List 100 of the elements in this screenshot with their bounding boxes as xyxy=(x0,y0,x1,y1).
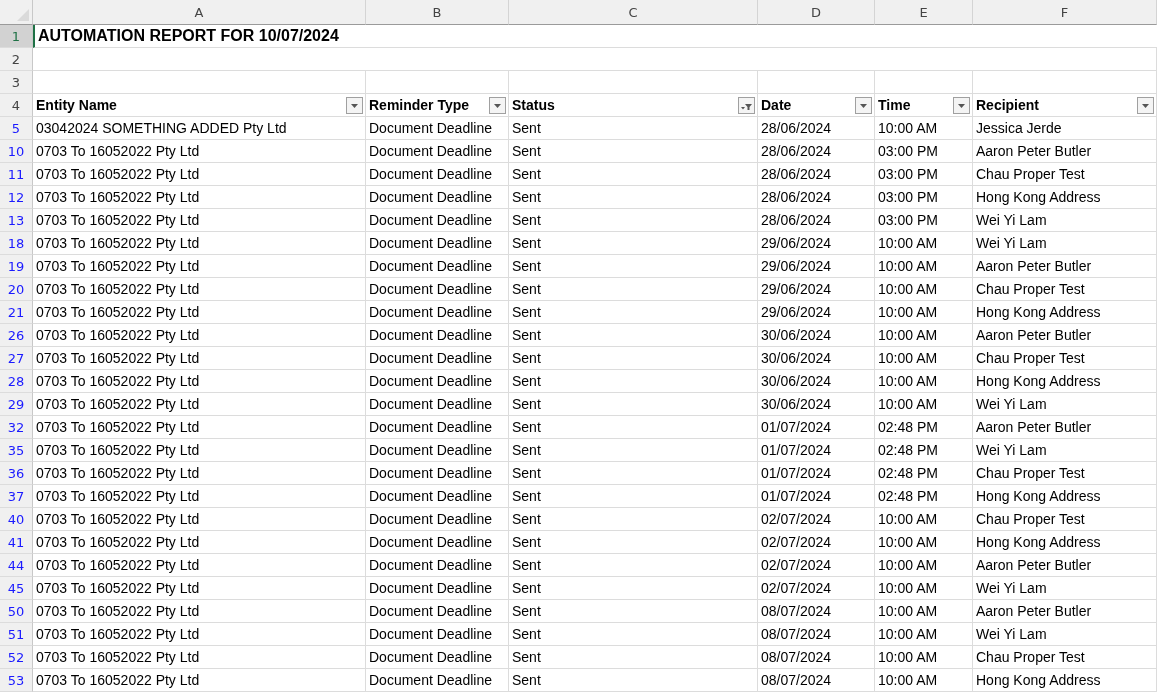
row-number[interactable]: 21 xyxy=(0,301,33,324)
table-cell: 10:00 AM xyxy=(878,350,938,366)
table-cell: Sent xyxy=(512,120,541,136)
table-cell: Document Deadline xyxy=(369,603,492,619)
column-header[interactable]: E xyxy=(875,0,973,25)
empty-cell[interactable] xyxy=(875,71,973,94)
empty-cell[interactable] xyxy=(509,71,758,94)
empty-cell[interactable] xyxy=(973,71,1157,94)
table-cell: 10:00 AM xyxy=(878,557,938,573)
table-cell: 0703 To 16052022 Pty Ltd xyxy=(36,350,200,366)
table-cell: 03:00 PM xyxy=(878,189,938,205)
row-number[interactable]: 40 xyxy=(0,508,33,531)
table-cell: Sent xyxy=(512,534,541,550)
row-number[interactable]: 27 xyxy=(0,347,33,370)
table-cell: 0703 To 16052022 Pty Ltd xyxy=(36,327,200,343)
table-cell: 10:00 AM xyxy=(878,396,938,412)
row-number[interactable]: 37 xyxy=(0,485,33,508)
table-cell: 0703 To 16052022 Pty Ltd xyxy=(36,511,200,527)
empty-cell[interactable] xyxy=(758,71,875,94)
row-number[interactable]: 50 xyxy=(0,600,33,623)
empty-cell[interactable] xyxy=(366,71,509,94)
row-number[interactable]: 13 xyxy=(0,209,33,232)
select-all-button[interactable] xyxy=(0,0,33,25)
row-number[interactable]: 19 xyxy=(0,255,33,278)
row-number[interactable]: 10 xyxy=(0,140,33,163)
table-cell: Aaron Peter Butler xyxy=(976,419,1092,435)
row-number[interactable]: 28 xyxy=(0,370,33,393)
row-number[interactable]: 1 xyxy=(0,25,33,48)
row-number[interactable]: 53 xyxy=(0,669,33,692)
row-number[interactable]: 51 xyxy=(0,623,33,646)
table-cell: 10:00 AM xyxy=(878,580,938,596)
column-header[interactable]: A xyxy=(33,0,366,25)
table-cell: 0703 To 16052022 Pty Ltd xyxy=(36,258,200,274)
table-cell: Sent xyxy=(512,350,541,366)
table-cell: 10:00 AM xyxy=(878,281,938,297)
row-number[interactable]: 41 xyxy=(0,531,33,554)
table-cell: Aaron Peter Butler xyxy=(976,327,1092,343)
table-cell: 30/06/2024 xyxy=(761,396,832,412)
row-number[interactable]: 12 xyxy=(0,186,33,209)
row-number[interactable]: 36 xyxy=(0,462,33,485)
table-cell: 10:00 AM xyxy=(878,511,938,527)
column-header[interactable]: D xyxy=(758,0,875,25)
row-number[interactable]: 32 xyxy=(0,416,33,439)
row-number[interactable]: 45 xyxy=(0,577,33,600)
row-number[interactable]: 3 xyxy=(0,71,33,94)
filter-dropdown-button[interactable] xyxy=(346,96,363,114)
table-cell: Hong Kong Address xyxy=(976,672,1101,688)
row-number[interactable]: 29 xyxy=(0,393,33,416)
row-number[interactable]: 18 xyxy=(0,232,33,255)
table-cell: 28/06/2024 xyxy=(761,189,832,205)
table-cell: Sent xyxy=(512,235,541,251)
column-header[interactable]: F xyxy=(973,0,1157,25)
table-cell: 28/06/2024 xyxy=(761,212,832,228)
table-cell: 0703 To 16052022 Pty Ltd xyxy=(36,419,200,435)
table-cell: 0703 To 16052022 Pty Ltd xyxy=(36,626,200,642)
table-cell: Document Deadline xyxy=(369,649,492,665)
table-cell: Chau Proper Test xyxy=(976,649,1085,665)
column-header[interactable]: B xyxy=(366,0,509,25)
filter-dropdown-button[interactable] xyxy=(738,96,755,114)
column-header[interactable]: C xyxy=(509,0,758,25)
table-cell: 0703 To 16052022 Pty Ltd xyxy=(36,534,200,550)
row-number[interactable]: 26 xyxy=(0,324,33,347)
row-number[interactable]: 20 xyxy=(0,278,33,301)
filter-dropdown-button[interactable] xyxy=(489,96,506,114)
table-cell: Hong Kong Address xyxy=(976,304,1101,320)
row-number[interactable]: 35 xyxy=(0,439,33,462)
table-cell: Sent xyxy=(512,442,541,458)
row-number[interactable]: 5 xyxy=(0,117,33,140)
table-cell: Jessica Jerde xyxy=(976,120,1062,136)
filter-dropdown-button[interactable] xyxy=(855,96,872,114)
column-heading: Time xyxy=(878,97,911,113)
table-cell: 08/07/2024 xyxy=(761,649,832,665)
table-cell: Document Deadline xyxy=(369,626,492,642)
table-cell: 0703 To 16052022 Pty Ltd xyxy=(36,603,200,619)
table-cell: Aaron Peter Butler xyxy=(976,143,1092,159)
table-cell: Document Deadline xyxy=(369,327,492,343)
table-cell: 01/07/2024 xyxy=(761,419,832,435)
table-cell: 10:00 AM xyxy=(878,534,938,550)
column-heading: Status xyxy=(512,97,555,113)
table-cell: 08/07/2024 xyxy=(761,603,832,619)
row-number[interactable]: 4 xyxy=(0,94,33,117)
table-cell: 10:00 AM xyxy=(878,120,938,136)
table-cell: Aaron Peter Butler xyxy=(976,557,1092,573)
table-cell: Chau Proper Test xyxy=(976,465,1085,481)
table-cell: 10:00 AM xyxy=(878,258,938,274)
row-number[interactable]: 2 xyxy=(0,48,33,71)
row-number[interactable]: 52 xyxy=(0,646,33,669)
filter-dropdown-button[interactable] xyxy=(1137,96,1154,114)
filter-dropdown-button[interactable] xyxy=(953,96,970,114)
table-cell: 10:00 AM xyxy=(878,327,938,343)
table-cell: Document Deadline xyxy=(369,258,492,274)
table-cell: Wei Yi Lam xyxy=(976,580,1047,596)
table-cell: 10:00 AM xyxy=(878,373,938,389)
row-number[interactable]: 11 xyxy=(0,163,33,186)
table-cell: 0703 To 16052022 Pty Ltd xyxy=(36,465,200,481)
table-cell: Document Deadline xyxy=(369,143,492,159)
table-cell: 01/07/2024 xyxy=(761,488,832,504)
table-cell: Sent xyxy=(512,626,541,642)
table-cell: Document Deadline xyxy=(369,672,492,688)
row-number[interactable]: 44 xyxy=(0,554,33,577)
